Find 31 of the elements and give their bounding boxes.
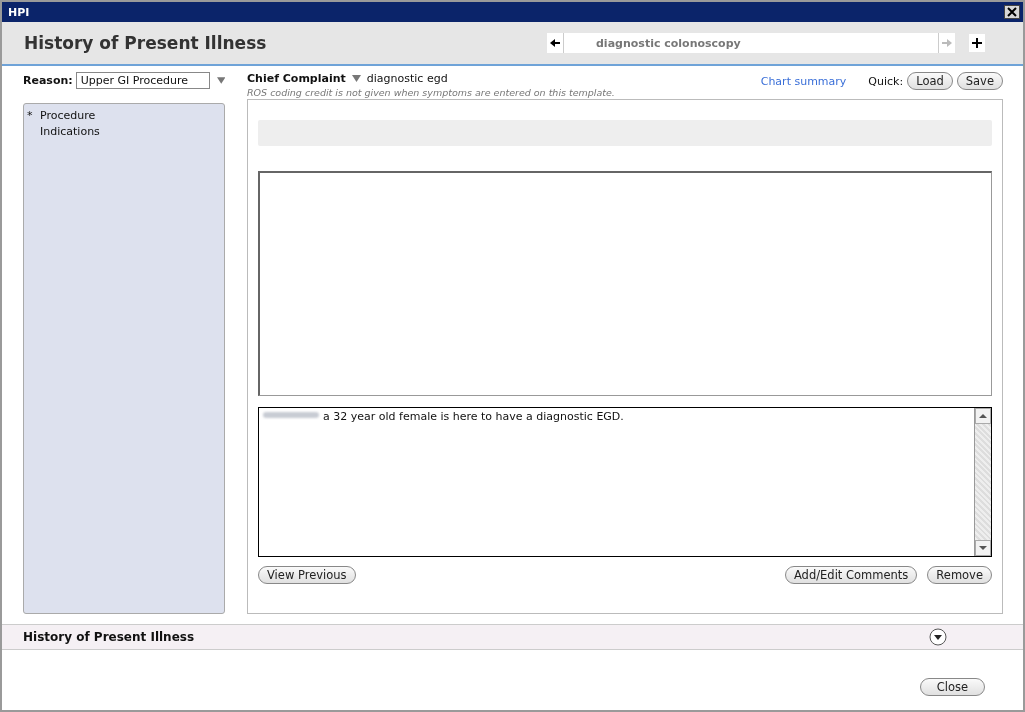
- section-title: History of Present Illness: [23, 630, 195, 644]
- quick-button[interactable]: Load: [907, 72, 953, 90]
- reason-label: Reason:: [23, 74, 73, 87]
- plus-icon[interactable]: [969, 34, 985, 52]
- narrative-text: a 32 year old female is here to have a diagnostic EGD.: [323, 410, 624, 423]
- redaction-mark: [261, 410, 321, 420]
- expand-icon[interactable]: [929, 628, 947, 646]
- tab[interactable]: diagnostic colonoscopy: [563, 33, 939, 53]
- chief-complaint-value: diagnostic egd: [366, 72, 448, 85]
- window-title: HPI: [8, 5, 30, 19]
- close-icon[interactable]: [1004, 5, 1020, 19]
- panel-button[interactable]: Remove: [927, 566, 992, 584]
- sidebar-item[interactable]: Procedure: [40, 108, 96, 124]
- close-button[interactable]: Close: [919, 678, 985, 696]
- quick-button[interactable]: Save: [956, 72, 1003, 90]
- dropdown-arrow-icon[interactable]: [216, 77, 225, 84]
- narrative-text-area[interactable]: a 32 year old female is here to have a diagnostic EGD.: [258, 407, 992, 557]
- chief-complaint-label: Chief Complaint: [247, 72, 346, 85]
- asterisk-mark: *: [27, 109, 33, 122]
- sidebar-item[interactable]: Indications: [40, 124, 100, 140]
- panel-button[interactable]: Add/Edit Comments: [784, 566, 918, 584]
- dropdown-arrow-icon[interactable]: [351, 75, 361, 82]
- quick-label: Quick:: [868, 74, 904, 88]
- view-previous-button[interactable]: View Previous: [258, 566, 356, 584]
- scroll-up-icon[interactable]: [975, 408, 991, 424]
- chart-summary-link[interactable]: Chart summary: [760, 74, 847, 88]
- scrollbar[interactable]: [974, 408, 991, 556]
- scroll-down-icon[interactable]: [975, 540, 991, 556]
- page-title: History of Present Illness: [24, 33, 267, 53]
- reason-field[interactable]: Upper GI Procedure: [75, 72, 210, 89]
- coding-note: ROS coding credit is not given when symptoms are entered on this template.: [247, 87, 615, 98]
